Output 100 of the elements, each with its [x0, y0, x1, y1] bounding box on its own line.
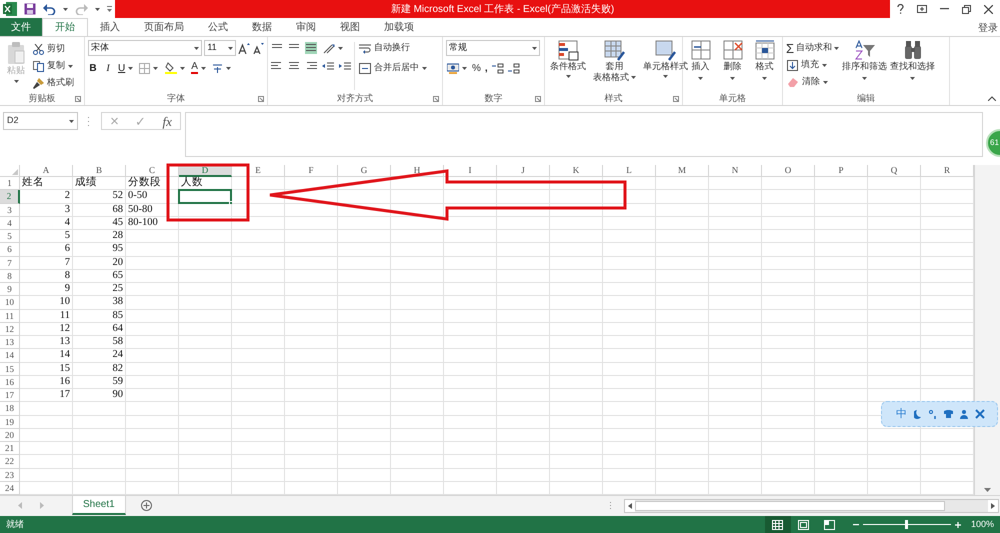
table-cell[interactable]: 13: [20, 336, 73, 350]
row-header[interactable]: 23: [0, 468, 20, 482]
dialog-launcher-icon[interactable]: [673, 96, 679, 102]
column-header[interactable]: P: [815, 165, 868, 177]
table-cell[interactable]: 11: [20, 310, 73, 323]
row-header[interactable]: 19: [0, 416, 20, 429]
row-header[interactable]: 22: [0, 455, 20, 468]
caret-icon[interactable]: [153, 66, 158, 70]
percent-button[interactable]: %: [472, 60, 481, 76]
column-header[interactable]: Q: [868, 165, 921, 177]
scroll-right-icon[interactable]: [988, 500, 998, 512]
cells-button[interactable]: 格式: [754, 40, 774, 92]
align-center-icon[interactable]: [288, 60, 300, 72]
table-cell[interactable]: 68: [73, 204, 126, 217]
ribbon-display-icon[interactable]: [916, 5, 927, 13]
column-header[interactable]: G: [338, 165, 391, 177]
ribbon-tab[interactable]: 开始: [42, 18, 88, 36]
save-icon[interactable]: [24, 3, 36, 15]
row-header[interactable]: 24: [0, 482, 20, 495]
table-cell[interactable]: 52: [73, 190, 126, 204]
column-header[interactable]: I: [444, 165, 497, 177]
caret-icon[interactable]: [194, 46, 200, 50]
restore-icon[interactable]: [962, 4, 972, 14]
ribbon-tab[interactable]: 公式: [196, 18, 240, 36]
table-cell[interactable]: 82: [73, 362, 126, 376]
table-cell[interactable]: 姓名: [20, 177, 73, 190]
scroll-thumb[interactable]: [635, 501, 945, 511]
caret-icon[interactable]: [200, 66, 206, 70]
ribbon-button[interactable]: 复制: [32, 58, 75, 74]
caret-icon[interactable]: [95, 8, 100, 10]
table-cell[interactable]: 14: [20, 349, 73, 362]
bottom-align-icon[interactable]: [305, 42, 317, 54]
table-cell[interactable]: 10: [20, 296, 73, 310]
caret-icon[interactable]: [762, 76, 767, 80]
column-header[interactable]: J: [497, 165, 550, 177]
add-sheet-icon[interactable]: [140, 500, 152, 511]
caret-icon[interactable]: [14, 80, 18, 82]
table-cell[interactable]: 25: [73, 283, 126, 296]
row-header[interactable]: 11: [0, 310, 20, 323]
formula-input[interactable]: [185, 112, 983, 157]
cells-button[interactable]: 插入: [690, 40, 710, 92]
underline-button[interactable]: U: [118, 60, 134, 76]
ribbon-tab[interactable]: 页面布局: [132, 18, 196, 36]
row-header[interactable]: 6: [0, 243, 20, 256]
row-header[interactable]: 13: [0, 336, 20, 350]
column-header[interactable]: K: [550, 165, 603, 177]
column-header[interactable]: R: [921, 165, 974, 177]
table-cell[interactable]: 80-100: [126, 216, 179, 230]
row-header[interactable]: 14: [0, 349, 20, 362]
ribbon-button[interactable]: [138, 60, 160, 76]
column-header[interactable]: O: [762, 165, 815, 177]
zoom-in-icon[interactable]: [954, 522, 961, 528]
caret-icon[interactable]: [226, 66, 231, 70]
caret-icon[interactable]: [566, 75, 570, 78]
zoom-thumb[interactable]: [905, 520, 908, 529]
tools-icon[interactable]: [975, 409, 985, 419]
font-name-field[interactable]: 宋体: [88, 40, 202, 56]
dialog-launcher-icon[interactable]: [433, 96, 439, 102]
increase-decimal-icon[interactable]: [492, 62, 504, 74]
sign-in-link[interactable]: 登录: [978, 18, 1000, 36]
row-header[interactable]: 5: [0, 230, 20, 244]
close-icon[interactable]: [984, 4, 994, 14]
row-header[interactable]: 9: [0, 283, 20, 296]
caret-icon[interactable]: [128, 66, 134, 70]
dialog-launcher-icon[interactable]: [258, 96, 264, 102]
person-icon[interactable]: [960, 410, 968, 418]
caret-icon[interactable]: [180, 66, 186, 70]
ribbon-tab[interactable]: 数据: [240, 18, 284, 36]
table-cell[interactable]: 38: [73, 296, 126, 310]
table-cell[interactable]: 45: [73, 216, 126, 230]
collapse-ribbon-icon[interactable]: [988, 96, 996, 101]
table-cell[interactable]: 7: [20, 256, 73, 270]
number-format-field[interactable]: 常规: [446, 40, 540, 56]
cells-button[interactable]: 删除: [722, 40, 742, 92]
ribbon-button[interactable]: 格式刷: [32, 75, 75, 91]
row-header[interactable]: 7: [0, 256, 20, 270]
caret-icon[interactable]: [68, 64, 73, 68]
minimize-icon[interactable]: [940, 8, 949, 10]
scroll-left-icon[interactable]: [625, 500, 635, 512]
scroll-down-icon[interactable]: [984, 488, 991, 492]
column-header[interactable]: M: [656, 165, 709, 177]
insert-function-button[interactable]: fx: [162, 114, 172, 128]
file-tab[interactable]: 文件: [0, 18, 42, 36]
row-header[interactable]: 15: [0, 362, 20, 376]
ribbon-button[interactable]: 清除: [786, 74, 840, 90]
column-header[interactable]: E: [232, 165, 285, 177]
increase-indent-icon[interactable]: [339, 60, 351, 72]
decrease-indent-icon[interactable]: [322, 60, 334, 72]
ribbon-button[interactable]: [164, 60, 186, 76]
caret-icon[interactable]: [823, 80, 828, 84]
table-cell[interactable]: 12: [20, 322, 73, 336]
sort-filter-button[interactable]: 排序和筛选: [842, 40, 888, 92]
row-header[interactable]: 16: [0, 376, 20, 389]
row-header[interactable]: 4: [0, 216, 20, 230]
row-header[interactable]: 10: [0, 296, 20, 310]
table-cell[interactable]: 0-50: [126, 190, 179, 204]
table-cell[interactable]: 9: [20, 283, 73, 296]
row-header[interactable]: 21: [0, 442, 20, 456]
vertical-scrollbar[interactable]: [974, 165, 1000, 495]
ribbon-tab[interactable]: 插入: [88, 18, 132, 36]
